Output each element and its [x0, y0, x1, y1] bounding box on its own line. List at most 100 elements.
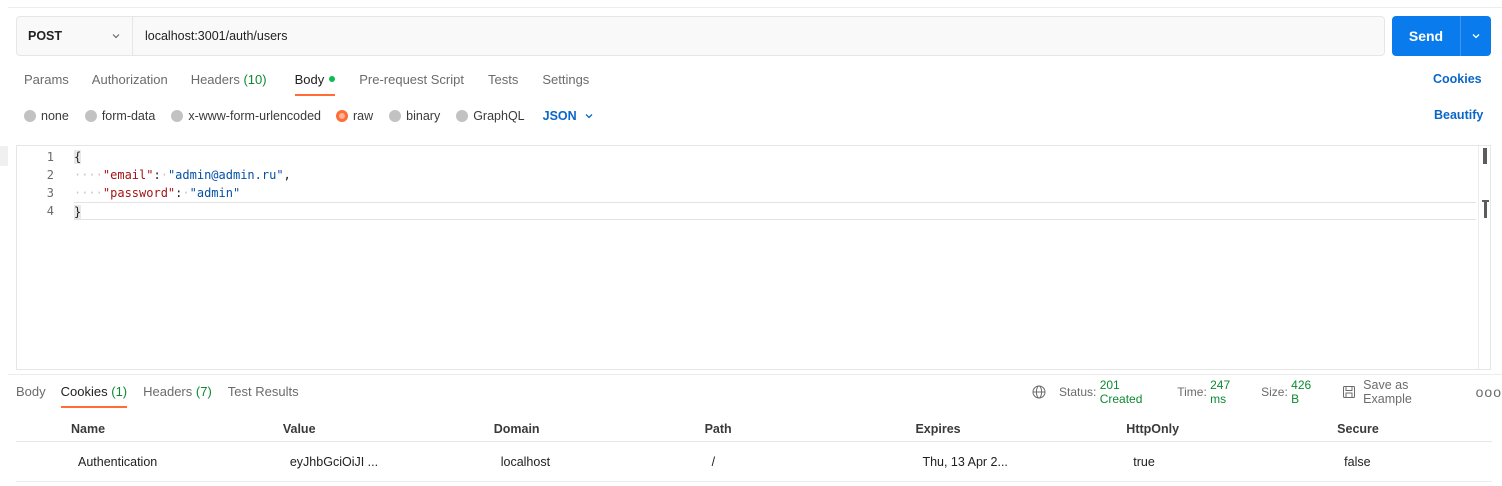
beautify-button[interactable]: Beautify [1434, 108, 1483, 122]
status-value[interactable]: 201 Created [1100, 378, 1166, 406]
send-button[interactable]: Send [1392, 16, 1460, 56]
table-cell: eyJhbGciOiJI ... [289, 454, 379, 469]
tab-pre-request-script[interactable]: Pre-request Script [359, 70, 464, 96]
code-line-current: } [74, 202, 1476, 220]
table-header: Name Value Domain Path Expires HttpOnly … [16, 416, 1492, 442]
time-label: Time: [1177, 385, 1207, 399]
close-brace: } [74, 205, 82, 219]
table-cell: localhost [500, 454, 551, 469]
table-cell: Authentication [78, 454, 158, 469]
body-indicator-dot [329, 76, 336, 82]
radio-form-data[interactable]: form-data [84, 109, 156, 123]
url-input[interactable]: localhost:3001/auth/users [133, 17, 1384, 55]
radio-raw[interactable]: raw [336, 109, 373, 123]
table-row[interactable]: Authentication eyJhbGciOiJI ... localhos… [16, 442, 1492, 482]
tab-count: (10) [243, 72, 267, 87]
tab-count: (7) [195, 384, 212, 399]
tab-count: (1) [111, 384, 128, 399]
save-as-example-button[interactable]: Save as Example [1342, 378, 1459, 406]
cookies-link[interactable]: Cookies [1433, 72, 1482, 86]
tab-headers[interactable]: Headers (10) [191, 70, 267, 96]
tab-params[interactable]: Params [24, 70, 69, 96]
cursor-marker [1482, 200, 1489, 218]
json-value: "admin@admin.ru" [167, 168, 284, 182]
radio-selected-icon [336, 110, 348, 122]
radio-label: raw [353, 109, 374, 123]
time-value[interactable]: 247 ms [1210, 378, 1249, 406]
scrollbar-thumb[interactable] [1483, 148, 1487, 164]
tab-authorization[interactable]: Authorization [92, 70, 168, 96]
radio-graphql[interactable]: GraphQL [456, 109, 525, 123]
tab-label: Params [24, 72, 69, 87]
column-header: HttpOnly [1126, 421, 1180, 436]
sidebar-edge [0, 146, 8, 166]
tab-label: Pre-request Script [359, 72, 464, 87]
size-value[interactable]: 426 B [1291, 378, 1322, 406]
tab-label: Body [16, 384, 46, 399]
radio-circle-icon [84, 110, 97, 122]
radio-label: x-www-form-urlencoded [188, 109, 321, 123]
editor-scrollbar[interactable] [1478, 146, 1490, 369]
radio-label: none [41, 109, 69, 123]
radio-label: form-data [101, 109, 156, 123]
format-select[interactable]: JSON [543, 109, 595, 123]
save-icon [1342, 385, 1356, 399]
radio-label: binary [406, 109, 441, 123]
request-tabs: Params Authorization Headers (10) Body P… [24, 70, 589, 96]
chevron-down-icon [1470, 30, 1482, 42]
send-button-group: Send [1392, 16, 1491, 56]
tab-label: Headers [190, 72, 240, 87]
tab-label: Tests [487, 72, 519, 87]
radio-circle-icon [24, 110, 36, 122]
tab-label: Body [294, 72, 325, 87]
radio-circle-icon [389, 110, 402, 122]
column-header: Value [282, 421, 316, 436]
tab-response-body[interactable]: Body [16, 384, 46, 408]
table-cell: true [1133, 454, 1155, 469]
cookies-table: Name Value Domain Path Expires HttpOnly … [16, 416, 1492, 482]
status-label: Status: [1059, 385, 1097, 399]
response-tabs: Body Cookies (1) Headers (7) Test Result… [16, 384, 299, 408]
method-select[interactable]: POST [17, 17, 133, 55]
tab-response-headers[interactable]: Headers (7) [143, 384, 212, 408]
format-label: JSON [542, 109, 577, 123]
radio-label: GraphQL [473, 109, 525, 123]
tab-label: Cookies [60, 384, 108, 399]
top-divider [8, 7, 1502, 8]
tab-tests[interactable]: Tests [488, 70, 518, 96]
indent-dots: ···· [74, 168, 103, 182]
radio-x-www-form-urlencoded[interactable]: x-www-form-urlencoded [171, 109, 321, 123]
line-number: 2 [46, 168, 54, 182]
tab-label: Settings [542, 72, 590, 87]
line-number: 3 [46, 186, 54, 200]
table-cell: Thu, 13 Apr 2... [922, 454, 1008, 469]
tab-body[interactable]: Body [294, 70, 336, 96]
column-header: Domain [493, 421, 540, 436]
line-number: 1 [46, 150, 54, 164]
response-divider [8, 374, 1502, 375]
tab-response-cookies[interactable]: Cookies (1) [60, 384, 128, 408]
code-editor[interactable]: 1 2 3 4 { ····"email":·"admin@admin.ru",… [16, 145, 1491, 370]
column-header: Secure [1337, 421, 1379, 436]
tab-label: Headers [143, 384, 193, 399]
radio-circle-icon [171, 110, 184, 122]
indent-dots: ···· [74, 186, 103, 200]
tab-settings[interactable]: Settings [542, 70, 589, 96]
method-label: POST [28, 29, 63, 43]
radio-circle-icon [456, 110, 469, 122]
response-status-bar: Status: 201 Created Time: 247 ms Size: 4… [1032, 378, 1502, 406]
tab-label: Authorization [91, 72, 168, 87]
more-options-icon[interactable]: ooo [1476, 385, 1502, 399]
column-header: Expires [915, 421, 961, 436]
code-line: ····"email":·"admin@admin.ru", [74, 168, 291, 182]
column-header: Name [71, 421, 106, 436]
chevron-down-icon [583, 110, 595, 122]
tab-test-results[interactable]: Test Results [228, 384, 299, 408]
radio-binary[interactable]: binary [389, 109, 440, 123]
json-key: "email" [102, 168, 154, 182]
table-cell: / [711, 454, 716, 469]
globe-icon[interactable] [1032, 385, 1046, 399]
radio-none[interactable]: none [24, 109, 69, 123]
code-content[interactable]: { ····"email":·"admin@admin.ru", ····"pa… [74, 148, 1476, 220]
send-options-button[interactable] [1461, 16, 1491, 56]
